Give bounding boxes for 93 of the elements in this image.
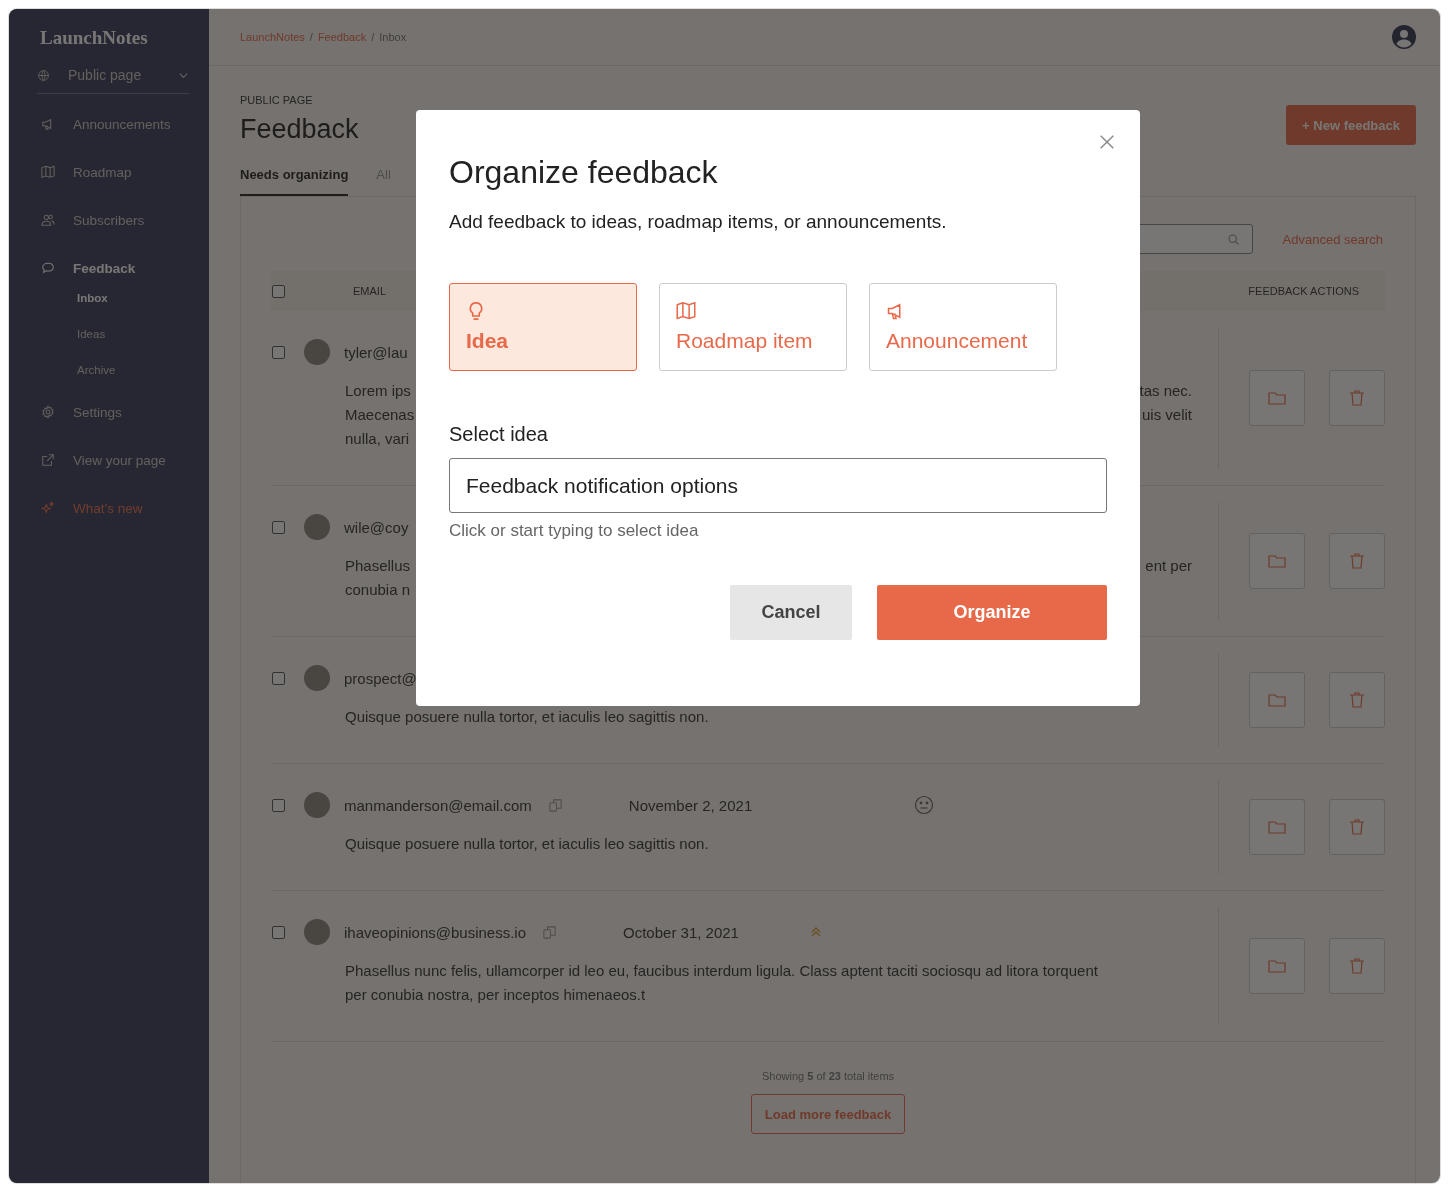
nav-item[interactable]: What’s new	[37, 496, 189, 520]
delete-button[interactable]	[1329, 533, 1385, 589]
settings-icon	[41, 405, 55, 419]
organize-button[interactable]	[1249, 799, 1305, 855]
type-option[interactable]: Announcement	[869, 283, 1057, 371]
column-header: EMAIL	[353, 285, 386, 297]
page-selector[interactable]: Public page	[37, 67, 189, 94]
feedback-text: Phasellus	[345, 556, 411, 576]
email-text: prospect@	[344, 669, 417, 687]
load-more-button[interactable]: Load more feedback	[750, 1094, 906, 1134]
email-text: tyler@lau	[344, 343, 408, 361]
email-text: manmanderson@email.com	[344, 796, 532, 814]
chat-bubble-icon	[41, 261, 55, 275]
nav-item[interactable]: Roadmap	[37, 160, 189, 184]
nav-subitem[interactable]: Inbox	[77, 280, 108, 316]
feedback-text: Maecenas	[345, 405, 415, 425]
sparkle-icon	[41, 501, 55, 515]
field-label: Select idea	[449, 423, 549, 446]
page-title: Feedback	[240, 114, 359, 145]
organize-button[interactable]	[1249, 370, 1305, 426]
copy-icon[interactable]	[542, 924, 557, 940]
select-all-checkbox[interactable]	[272, 284, 285, 298]
trash-icon	[1347, 388, 1367, 408]
feedback-text: Quisque posuere nulla tortor, et iaculis leo sagittis non.	[345, 834, 709, 854]
search-icon	[1226, 232, 1240, 246]
avatar	[304, 339, 330, 365]
nav-item[interactable]: Subscribers	[37, 208, 189, 232]
trash-icon	[1347, 817, 1367, 837]
section-label: PUBLIC PAGE	[240, 94, 314, 106]
advanced-search-link[interactable]: Advanced search	[1282, 231, 1383, 247]
type-option[interactable]: Roadmap item	[659, 283, 847, 371]
avatar	[304, 514, 330, 540]
nav-subitem[interactable]: Ideas	[77, 316, 106, 352]
organize-button[interactable]	[1249, 533, 1305, 589]
row-checkbox[interactable]	[272, 345, 285, 359]
organize-button[interactable]	[1249, 672, 1305, 728]
neutral-face-icon	[914, 795, 935, 815]
breadcrumb-link[interactable]: LaunchNotes	[240, 31, 305, 43]
delete-button[interactable]	[1329, 938, 1385, 994]
email-text: ihaveopinions@business.io	[344, 923, 526, 941]
nav-item[interactable]: View your page	[37, 448, 189, 472]
avatar	[304, 792, 330, 818]
feedback-text: conubia n	[345, 580, 411, 600]
organize-button[interactable]: Organize	[877, 585, 1107, 640]
delete-button[interactable]	[1329, 672, 1385, 728]
dialog-subtitle: Add feedback to ideas, roadmap items, or announcements.	[449, 211, 948, 233]
row-checkbox[interactable]	[272, 925, 285, 939]
nav-item[interactable]: Announcements	[37, 112, 189, 136]
breadcrumb-separator: /	[371, 31, 375, 43]
email-text: wile@coy	[344, 518, 409, 536]
feedback-text: Phasellus nunc felis, ullamcorper id leo eu, faucibus interdum ligula. Class aptent taciti sociosqu ad litora torquent	[345, 961, 1098, 981]
trash-icon	[1347, 551, 1367, 571]
trash-icon	[1347, 690, 1367, 710]
new-feedback-button[interactable]: + New feedback	[1286, 105, 1416, 145]
breadcrumb-link[interactable]: Feedback	[317, 31, 367, 43]
date-text: November 2, 2021	[628, 796, 753, 814]
nav-item[interactable]: Settings	[37, 400, 189, 424]
nav-item[interactable]: Feedback	[37, 256, 189, 280]
delete-button[interactable]	[1329, 799, 1385, 855]
breadcrumb-separator: /	[309, 31, 313, 43]
dialog-title: Organize feedback	[449, 154, 719, 191]
globe-icon	[37, 68, 50, 82]
row-checkbox[interactable]	[272, 671, 285, 685]
logo: LaunchNotes	[40, 27, 149, 49]
feedback-text: Lorem ips	[345, 381, 411, 401]
row-checkbox[interactable]	[272, 798, 285, 812]
feedback-text: uis velit	[1141, 405, 1192, 425]
external-link-icon	[41, 453, 55, 467]
field-hint: Click or start typing to select idea	[449, 521, 700, 541]
avatar	[304, 665, 330, 691]
cancel-button[interactable]: Cancel	[730, 585, 852, 640]
user-avatar-icon[interactable]	[1392, 25, 1416, 49]
date-text: October 31, 2021	[623, 923, 739, 941]
people-icon	[41, 213, 55, 227]
map-icon	[41, 165, 55, 179]
feedback-text: tas nec.	[1139, 381, 1192, 401]
feedback-text: Quisque posuere nulla tortor, et iaculis leo sagittis non.	[345, 707, 709, 727]
lightbulb-icon	[466, 301, 486, 321]
feedback-text: per conubia nostra, per inceptos himenaeos.t	[345, 985, 646, 1005]
row-checkbox[interactable]	[272, 520, 285, 534]
organize-button[interactable]	[1249, 938, 1305, 994]
type-option[interactable]: Idea	[449, 283, 637, 371]
feedback-text: nulla, vari	[345, 429, 410, 449]
nav-subitem[interactable]: Archive	[77, 352, 116, 388]
copy-icon[interactable]	[547, 797, 563, 813]
close-icon[interactable]	[1098, 133, 1116, 151]
map-icon	[676, 301, 696, 321]
idea-field[interactable]: Feedback notification options	[449, 458, 1107, 513]
avatar	[304, 919, 330, 945]
column-header: FEEDBACK ACTIONS	[1248, 285, 1359, 297]
delete-button[interactable]	[1329, 370, 1385, 426]
feedback-text: ent per	[1145, 556, 1192, 576]
trash-icon	[1347, 956, 1367, 976]
